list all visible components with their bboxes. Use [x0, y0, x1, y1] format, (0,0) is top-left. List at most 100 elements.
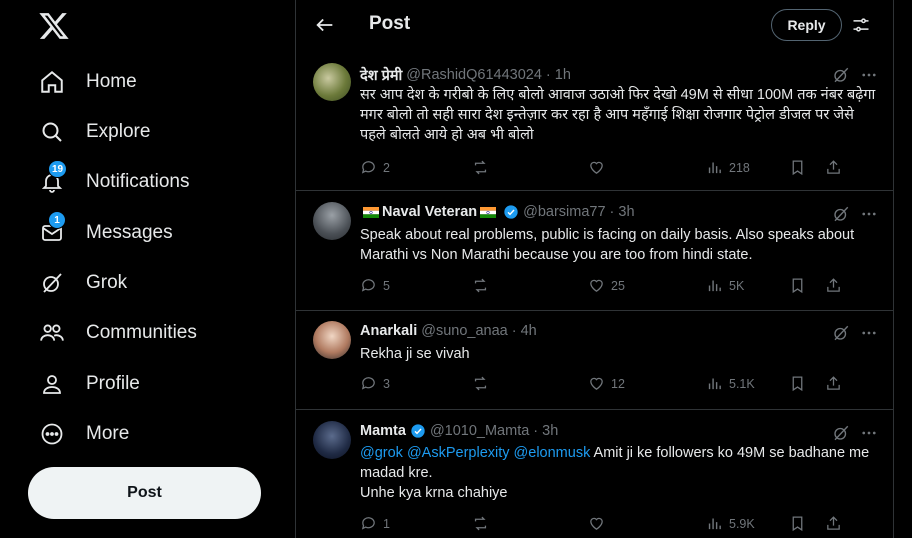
tweet-time[interactable]: · 1h: [546, 67, 571, 83]
back-arrow-icon[interactable]: [314, 14, 336, 36]
reply-action[interactable]: 3: [360, 375, 390, 392]
repost-action[interactable]: [472, 515, 495, 532]
reply-action[interactable]: 1: [360, 515, 390, 532]
x-logo-icon[interactable]: [38, 10, 70, 42]
author-handle[interactable]: @RashidQ61443024: [406, 67, 542, 83]
views-action[interactable]: 5.1K: [706, 375, 755, 392]
author-handle[interactable]: @1010_Mamta: [430, 423, 529, 439]
like-action[interactable]: [588, 515, 611, 532]
heart-icon: [590, 161, 603, 174]
avatar[interactable]: [313, 321, 351, 359]
nav-notifications[interactable]: 19 Notifications: [28, 160, 190, 204]
nav-explore[interactable]: Explore: [28, 110, 150, 154]
tweet[interactable]: देश प्रेमी @RashidQ61443024 · 1h सर आप द…: [296, 52, 893, 191]
reply-icon: [361, 377, 375, 390]
author-handle[interactable]: @barsima77: [523, 204, 605, 220]
share-action[interactable]: [825, 375, 848, 392]
views-icon: [708, 378, 721, 390]
nav-grok[interactable]: Grok: [28, 261, 127, 305]
repost-action[interactable]: [472, 277, 495, 294]
views-action[interactable]: 218: [706, 159, 750, 176]
nav-more[interactable]: More: [28, 412, 129, 456]
post-button[interactable]: Post: [28, 467, 261, 519]
tweet-header: देश प्रेमी @RashidQ61443024 · 1h: [360, 65, 571, 85]
reply-action[interactable]: 5: [360, 277, 390, 294]
nav-messages[interactable]: 1 Messages: [28, 211, 173, 255]
share-action[interactable]: [825, 159, 848, 176]
bookmark-icon: [792, 516, 803, 532]
reply-action[interactable]: 2: [360, 159, 390, 176]
share-action[interactable]: [825, 277, 848, 294]
bookmark-icon: [792, 278, 803, 294]
author-handle[interactable]: @suno_anaa: [421, 323, 507, 339]
grok-icon[interactable]: [832, 205, 850, 223]
adjust-icon[interactable]: [851, 15, 871, 35]
author-name[interactable]: Naval Veteran: [382, 204, 477, 220]
verified-badge-icon[interactable]: [503, 204, 519, 220]
bookmark-action[interactable]: [789, 159, 812, 176]
author-name[interactable]: Anarkali: [360, 323, 417, 339]
share-action[interactable]: [825, 515, 848, 532]
tweet-tools: [832, 324, 878, 342]
more-icon[interactable]: [860, 324, 878, 342]
nav-home[interactable]: Home: [28, 60, 137, 104]
like-action[interactable]: 25: [588, 277, 625, 294]
repost-icon: [474, 278, 487, 293]
avatar[interactable]: [313, 421, 351, 459]
verified-badge-icon[interactable]: [410, 423, 426, 439]
grok-icon[interactable]: [832, 324, 850, 342]
bookmark-action[interactable]: [789, 515, 812, 532]
tweet-text-line2: Unhe kya krna chahiye: [360, 485, 508, 501]
like-action[interactable]: [588, 159, 611, 176]
tweet[interactable]: Mamta @1010_Mamta · 3h @grok @AskPerplex…: [296, 410, 893, 538]
tweet-text: सर आप देश के गरीबो के लिए बोलो आवाज उठाओ…: [360, 87, 876, 143]
more-icon[interactable]: [860, 424, 878, 442]
mail-icon: 1: [38, 211, 66, 247]
views-action[interactable]: 5.9K: [706, 515, 755, 532]
bookmark-action[interactable]: [789, 375, 812, 392]
author-name[interactable]: देश प्रेमी: [360, 65, 402, 85]
avatar[interactable]: [313, 202, 351, 240]
grok-icon[interactable]: [832, 424, 850, 442]
repost-icon: [474, 516, 487, 531]
profile-icon: [38, 370, 66, 398]
repost-action[interactable]: [472, 375, 495, 392]
author-name[interactable]: Mamta: [360, 423, 406, 439]
views-action[interactable]: 5K: [706, 277, 744, 294]
view-count: 218: [729, 160, 750, 175]
more-icon[interactable]: [860, 66, 878, 84]
avatar[interactable]: [313, 63, 351, 101]
nav-communities[interactable]: Communities: [28, 311, 197, 355]
tweet-time[interactable]: · 4h: [512, 323, 537, 339]
reply-count: 2: [383, 160, 390, 175]
india-flag-icon: [363, 206, 379, 218]
page-title: Post: [369, 13, 411, 34]
tweet-time[interactable]: · 3h: [533, 423, 558, 439]
repost-icon: [474, 376, 487, 391]
reply-icon: [361, 517, 375, 530]
views-icon: [708, 518, 721, 530]
reply-icon: [361, 161, 375, 174]
tweet-time[interactable]: · 3h: [610, 204, 635, 220]
tweet-header: Anarkali @suno_anaa · 4h: [360, 323, 537, 339]
tweet-actions: 1 5.9K: [360, 515, 880, 535]
grok-icon[interactable]: [832, 66, 850, 84]
repost-action[interactable]: [472, 159, 495, 176]
like-count: 25: [611, 278, 625, 293]
view-count: 5.9K: [729, 516, 755, 531]
tweet[interactable]: Anarkali @suno_anaa · 4h Rekha ji se viv…: [296, 311, 893, 410]
bookmark-icon: [792, 160, 803, 176]
reply-button[interactable]: Reply: [771, 9, 842, 41]
tweet-actions: 2 218: [360, 159, 880, 179]
tweet[interactable]: Naval Veteran @barsima77 · 3h Speak abou…: [296, 191, 893, 311]
heart-icon: [590, 377, 603, 390]
more-icon[interactable]: [860, 205, 878, 223]
nav-messages-label: Messages: [86, 222, 173, 243]
nav-profile[interactable]: Profile: [28, 362, 140, 406]
tweet-actions: 5 25 5K: [360, 277, 880, 297]
mention-links[interactable]: @grok @AskPerplexity @elonmusk: [360, 445, 590, 461]
like-action[interactable]: 12: [588, 375, 625, 392]
tweet-tools: [832, 205, 878, 223]
bookmark-action[interactable]: [789, 277, 812, 294]
share-icon: [827, 160, 840, 174]
